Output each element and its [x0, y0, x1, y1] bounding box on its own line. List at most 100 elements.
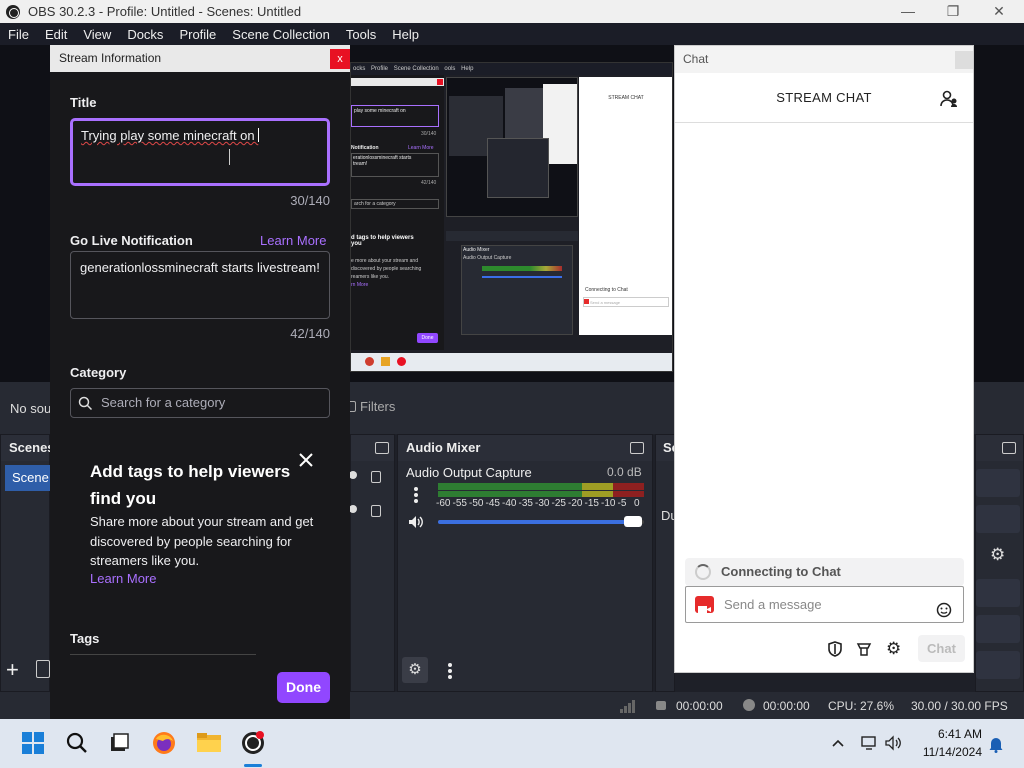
undock-icon[interactable] [1002, 442, 1016, 454]
mini-taskbar-icon [365, 357, 374, 366]
notification-char-count: 42/140 [290, 326, 330, 341]
mini-title-field: play some minecraft on [351, 105, 439, 127]
close-button[interactable]: ✕ [976, 0, 1022, 23]
controls-button[interactable] [976, 579, 1020, 607]
mini-tags-title-line: you [351, 241, 362, 247]
audio-scale-tick: -10 [601, 498, 616, 509]
controls-button[interactable] [976, 651, 1020, 679]
category-label: Category [70, 365, 127, 380]
minimize-button[interactable]: — [885, 0, 931, 23]
preview-canvas[interactable]: ocks Profile Scene Collection ools Help … [350, 62, 673, 372]
controls-dock: ⚙ [975, 434, 1024, 692]
obs-studio-icon[interactable] [241, 731, 265, 755]
audio-scale-tick: -20 [568, 498, 583, 509]
controls-button[interactable] [976, 615, 1020, 643]
audio-scale-tick: 0 [634, 498, 640, 509]
text-cursor [258, 128, 260, 142]
menu-bar: File Edit View Docks Profile Scene Colle… [0, 23, 1024, 45]
mini-source-bar [446, 231, 578, 241]
stream-title-value: Trying play some minecraft on [81, 128, 259, 143]
notification-learn-more-link[interactable]: Learn More [260, 233, 326, 248]
dot [448, 663, 452, 667]
volume-slider-handle[interactable] [623, 516, 642, 527]
audio-scale-tick: -30 [535, 498, 550, 509]
windows-start-icon[interactable] [21, 731, 45, 755]
mini-menu-item: ocks [353, 66, 366, 72]
add-scene-icon[interactable]: + [6, 659, 19, 681]
visibility-eye-icon[interactable] [349, 505, 357, 513]
visibility-eye-icon[interactable] [349, 471, 357, 479]
stream-title-input[interactable]: Trying play some minecraft on [70, 118, 330, 186]
menu-tools[interactable]: Tools [338, 27, 384, 42]
audio-more-icon[interactable] [448, 663, 452, 679]
menu-docks[interactable]: Docks [119, 27, 171, 42]
clock-date[interactable]: 11/14/2024 [918, 745, 982, 759]
menu-file[interactable]: File [0, 27, 37, 42]
dialog-close-button[interactable]: x [330, 49, 350, 69]
chevron-up-icon[interactable] [832, 737, 844, 749]
clock-time[interactable]: 6:41 AM [930, 727, 982, 741]
chat-send-button[interactable]: Chat [918, 635, 965, 662]
filters-button[interactable]: Filters [346, 399, 395, 414]
tags-promo-title: Add tags to help viewers find you [90, 462, 291, 508]
menu-help[interactable]: Help [384, 27, 427, 42]
go-live-notification-label: Go Live Notification [70, 233, 193, 248]
tags-promo-body: Share more about your stream and get dis… [90, 514, 314, 568]
chat-settings-gear-icon[interactable]: ⚙ [886, 639, 901, 659]
speaker-icon[interactable] [408, 515, 424, 529]
audio-scale-tick: -35 [518, 498, 533, 509]
task-view-icon[interactable] [107, 731, 131, 755]
search-icon[interactable] [65, 731, 89, 755]
chat-rewards-icon[interactable] [856, 641, 872, 657]
mini-notif-text: tream! [353, 161, 368, 167]
category-search-input[interactable]: Search for a category [70, 388, 330, 418]
maximize-button[interactable]: ❐ [930, 0, 976, 23]
category-placeholder: Search for a category [101, 395, 226, 410]
stream-information-dialog: Stream Information x Title Trying play s… [50, 45, 350, 720]
mini-chat-icon [584, 299, 589, 304]
mini-learn-more: Learn More [408, 145, 434, 151]
emoji-icon[interactable] [936, 596, 952, 618]
volume-icon[interactable] [885, 735, 903, 751]
remove-scene-icon[interactable] [36, 660, 50, 678]
notification-bell-icon[interactable] [988, 735, 1004, 753]
network-icon[interactable] [861, 735, 879, 751]
tags-promo-close-icon[interactable] [299, 453, 313, 467]
audio-menu-icon[interactable] [414, 487, 418, 503]
done-button[interactable]: Done [277, 672, 330, 703]
settings-gear-icon[interactable]: ⚙ [990, 545, 1005, 565]
audio-settings-gear-icon[interactable]: ⚙ [402, 657, 428, 683]
mini-chat-panel: STREAM CHAT Connecting to Chat Send a me… [579, 77, 672, 335]
mini-audio-mixer: Audio Mixer Audio Output Capture [461, 245, 573, 335]
menu-scene-collection[interactable]: Scene Collection [224, 27, 338, 42]
stream-status-icon [656, 701, 666, 710]
mini-slider [482, 276, 562, 278]
mini-meter [482, 266, 562, 271]
mini-done-button: Done [417, 333, 438, 343]
chat-title: STREAM CHAT [675, 73, 973, 123]
file-explorer-icon[interactable] [196, 731, 221, 755]
lock-icon[interactable] [371, 471, 381, 483]
undock-icon[interactable] [630, 442, 644, 454]
chat-message-input[interactable]: Send a message [685, 586, 964, 623]
mini-counter: 42/140 [421, 180, 437, 186]
menu-view[interactable]: View [75, 27, 119, 42]
chat-dock-close-button[interactable] [955, 51, 973, 69]
mini-dialog-header [351, 78, 444, 86]
menu-edit[interactable]: Edit [37, 27, 75, 42]
go-live-notification-input[interactable]: generationlossminecraft starts livestrea… [70, 251, 330, 319]
firefox-icon[interactable] [152, 731, 176, 755]
users-icon[interactable] [940, 90, 958, 108]
mini-tags-body-line: reamers like you. [351, 274, 390, 280]
menu-profile[interactable]: Profile [171, 27, 224, 42]
fps-readout: 30.00 / 30.00 FPS [911, 699, 1008, 713]
undock-icon[interactable] [375, 442, 389, 454]
controls-button[interactable] [976, 505, 1020, 533]
moderation-shield-icon[interactable] [827, 641, 843, 657]
scene-list-item[interactable]: Scene [5, 465, 51, 491]
lock-icon[interactable] [371, 505, 381, 517]
mini-tags-body-line: discovered by people searching [351, 266, 422, 272]
controls-button[interactable] [976, 469, 1020, 497]
tags-promo-learn-more-link[interactable]: Learn More [90, 571, 156, 586]
audio-meter [438, 491, 644, 497]
